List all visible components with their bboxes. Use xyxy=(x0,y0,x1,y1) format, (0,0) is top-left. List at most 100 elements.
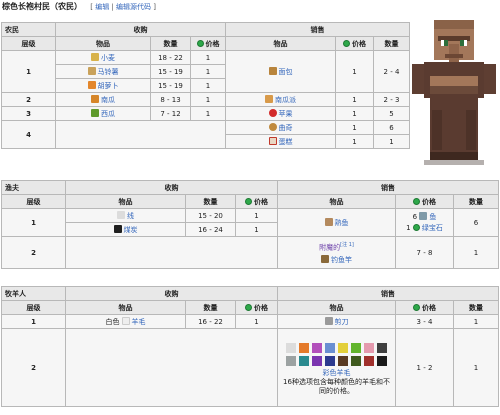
wool-swatch-icon xyxy=(299,342,309,353)
edit-link[interactable]: 编辑 xyxy=(95,3,109,11)
item-link-string[interactable]: 线 xyxy=(127,212,134,220)
table-row: 2 附魔的[注 1] 钓鱼竿 7 - 8 1 xyxy=(1,236,499,269)
col-item: 物品 xyxy=(55,36,151,51)
cookie-icon xyxy=(268,122,277,131)
item-cell: 白色 羊毛 xyxy=(65,314,186,329)
wool-swatch-icon xyxy=(364,355,374,366)
col-item: 物品 xyxy=(65,194,186,209)
farmer-buy-header: 收购 xyxy=(55,22,226,37)
tier-cell: 2 xyxy=(1,92,56,107)
item-link-melon[interactable]: 西瓜 xyxy=(101,110,115,118)
col-qty: 数量 xyxy=(185,300,236,315)
fisherman-buy-header: 收购 xyxy=(65,180,278,195)
fishing-rod-icon xyxy=(321,254,329,263)
qty-cell: 6 xyxy=(373,120,410,135)
item-link-colored-wool[interactable]: 彩色羊毛 xyxy=(323,369,351,377)
item-link-cooked-fish[interactable]: 熟鱼 xyxy=(335,219,349,227)
qty-cell: 1 xyxy=(453,236,499,269)
qty-cell: 15 - 20 xyxy=(185,208,236,223)
col-price: 价格 xyxy=(395,300,454,315)
item-cell: 蛋糕 xyxy=(225,134,336,149)
fisherman-sell-header: 销售 xyxy=(277,180,499,195)
item-link-pumpkin-pie[interactable]: 南瓜派 xyxy=(275,96,296,104)
price-cell: 1 xyxy=(235,222,278,237)
item-link-cookie[interactable]: 曲奇 xyxy=(279,124,293,132)
table-row: 3 西瓜 7 - 12 1 苹果 1 5 xyxy=(1,106,410,121)
item-cell: 苹果 xyxy=(225,106,336,121)
qty-cell: 1 xyxy=(453,328,499,407)
note-ref[interactable]: [注 1] xyxy=(340,242,354,248)
price-cell: 1 xyxy=(235,314,278,329)
emerald-icon xyxy=(245,197,252,205)
tier-cell: 2 xyxy=(1,236,66,269)
farmer-trade-table: 农民 收购 销售 层级 物品 数量 价格 物品 价格 数量 1 小麦 18 - … xyxy=(1,22,410,149)
qty-cell: 16 - 22 xyxy=(185,314,236,329)
tier-cell: 2 xyxy=(1,328,66,407)
wool-swatch-icon xyxy=(351,355,361,366)
item-link-emerald[interactable]: 绿宝石 xyxy=(422,224,443,232)
item-cell: 西瓜 xyxy=(55,106,151,121)
qty-cell: 15 - 19 xyxy=(150,78,191,93)
col-tier: 层级 xyxy=(1,300,66,315)
table-row: 2 南瓜 8 - 13 1 南瓜派 1 2 - 3 xyxy=(1,92,410,107)
price-cell: 1 xyxy=(335,106,374,121)
price-cell: 1 xyxy=(190,64,226,79)
item-link-fishing-rod[interactable]: 钓鱼竿 xyxy=(331,256,352,264)
edit-source-link[interactable]: 编辑源代码 xyxy=(116,3,151,11)
pumpkin-pie-icon xyxy=(265,94,273,103)
farmer-profession: 农民 xyxy=(1,22,56,37)
item-link-coal[interactable]: 煤炭 xyxy=(124,226,138,234)
pumpkin-icon xyxy=(91,94,99,103)
col-price: 价格 xyxy=(235,194,278,209)
price-cell: 7 - 8 xyxy=(395,236,454,269)
wool-swatch-icon xyxy=(312,342,322,353)
item-cell: 附魔的[注 1] 钓鱼竿 xyxy=(277,236,396,269)
item-cell: 面包 xyxy=(225,50,336,93)
item-link-enchanted[interactable]: 附魔的 xyxy=(319,244,340,252)
col-qty: 数量 xyxy=(453,194,499,209)
item-link-pumpkin[interactable]: 南瓜 xyxy=(101,96,115,104)
wool-swatch-icon xyxy=(338,342,348,353)
white-wool-icon xyxy=(121,316,130,325)
page-title: 棕色长袍村民（农民） xyxy=(2,2,82,11)
cake-icon xyxy=(268,136,277,145)
item-link-fish[interactable]: 鱼 xyxy=(429,213,436,221)
apple-icon xyxy=(268,108,277,117)
qty-cell: 6 xyxy=(453,208,499,237)
fish-icon xyxy=(419,211,428,220)
wool-swatch-icon xyxy=(325,342,335,353)
item-link-potato[interactable]: 马铃薯 xyxy=(98,68,119,76)
wool-swatch-icon xyxy=(364,342,374,353)
shepherd-sell-header: 销售 xyxy=(277,286,499,301)
wool-swatch-icon xyxy=(286,342,296,353)
price-cell: 1 xyxy=(190,50,226,65)
item-link-carrot[interactable]: 胡萝卜 xyxy=(98,82,119,90)
wheat-icon xyxy=(91,52,99,61)
item-link-wheat[interactable]: 小麦 xyxy=(101,54,115,62)
shepherd-buy-header: 收购 xyxy=(65,286,278,301)
shepherd-trade-table: 牧羊人 收购 销售 层级 物品 数量 价格 物品 价格 数量 1 白色 羊毛 16… xyxy=(1,286,499,407)
qty-cell: 16 - 24 xyxy=(185,222,236,237)
wool-swatch-icon xyxy=(312,355,322,366)
item-link-apple[interactable]: 苹果 xyxy=(279,110,293,118)
item-cell: 彩色羊毛 16种选项包含每种颜色的羊毛和不同的价格。 xyxy=(277,328,396,407)
wool-swatch-icon xyxy=(377,342,387,353)
item-link-shears[interactable]: 剪刀 xyxy=(335,318,349,326)
item-cell: 马铃薯 xyxy=(55,64,151,79)
item-link-cake[interactable]: 蛋糕 xyxy=(279,138,293,146)
price-cell: 1 xyxy=(335,92,374,107)
melon-icon xyxy=(91,108,99,117)
emerald-icon xyxy=(413,197,420,205)
emerald-icon xyxy=(343,39,350,47)
string-icon xyxy=(117,210,125,219)
item-link-bread[interactable]: 面包 xyxy=(279,68,293,76)
col-qty: 数量 xyxy=(150,36,191,51)
table-row: 1 线 15 - 20 1 熟鱼 6 鱼 1 绿宝石 6 xyxy=(1,208,499,237)
qty-cell: 2 - 3 xyxy=(373,92,410,107)
qty-cell: 1 xyxy=(373,134,410,149)
qty-cell: 18 - 22 xyxy=(150,50,191,65)
price-cell: 3 - 4 xyxy=(395,314,454,329)
wool-swatch-icon xyxy=(377,355,387,366)
item-link-wool[interactable]: 羊毛 xyxy=(132,318,146,326)
potato-icon xyxy=(87,66,96,75)
